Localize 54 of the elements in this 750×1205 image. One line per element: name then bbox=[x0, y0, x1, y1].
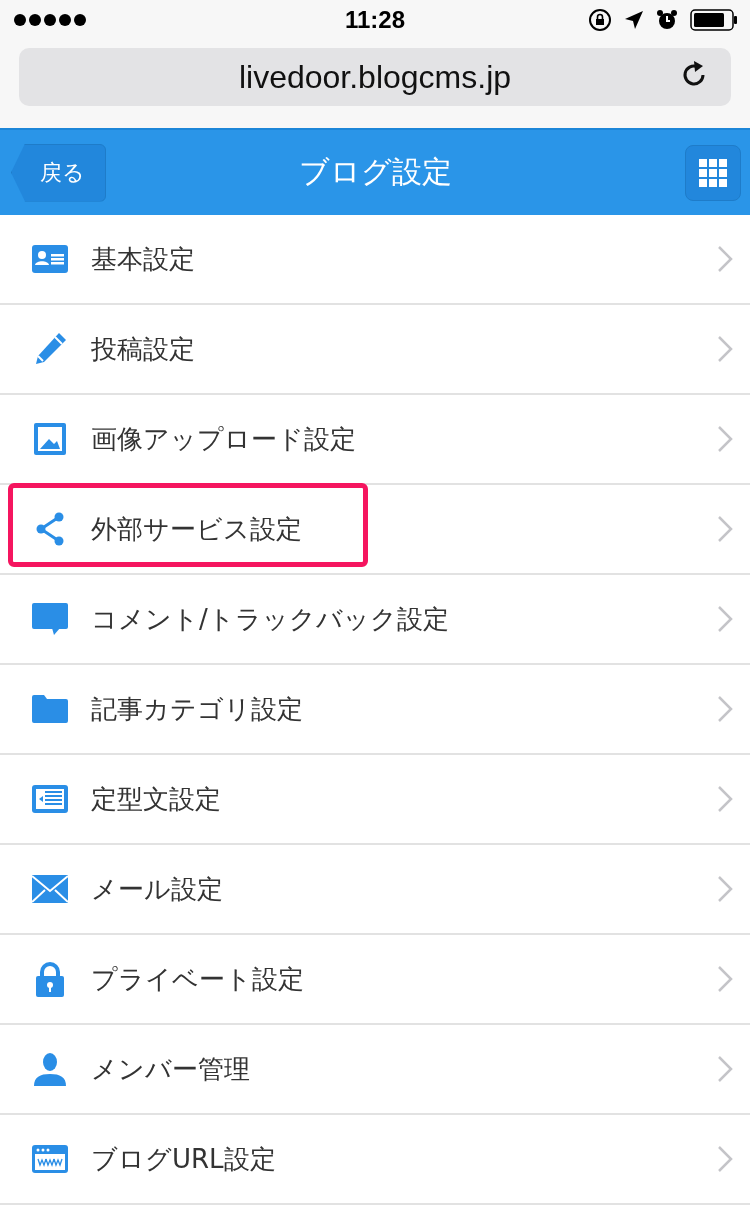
settings-item[interactable]: 定型文設定 bbox=[0, 755, 750, 845]
menu-button[interactable] bbox=[685, 144, 741, 201]
location-icon bbox=[624, 10, 644, 30]
item-label: コメント/トラックバック設定 bbox=[91, 602, 450, 636]
address-field[interactable]: livedoor.blogcms.jp bbox=[19, 48, 731, 106]
settings-item[interactable]: コメント/トラックバック設定 bbox=[0, 575, 750, 665]
browser-window-icon bbox=[32, 1145, 68, 1173]
pencil-icon bbox=[33, 332, 67, 366]
text-list-icon bbox=[32, 785, 68, 813]
chevron-right-icon bbox=[717, 605, 733, 633]
lock-icon bbox=[35, 961, 65, 997]
item-label: 定型文設定 bbox=[91, 782, 222, 816]
chevron-right-icon bbox=[717, 785, 733, 813]
item-label: 外部サービス設定 bbox=[91, 512, 303, 546]
share-icon bbox=[35, 512, 65, 546]
item-label: メンバー管理 bbox=[91, 1052, 251, 1086]
settings-item[interactable]: プライベート設定 bbox=[0, 935, 750, 1025]
item-label: 基本設定 bbox=[91, 242, 196, 276]
settings-item[interactable]: メンバー管理 bbox=[0, 1025, 750, 1115]
item-label: メール設定 bbox=[91, 872, 224, 906]
grid-icon bbox=[698, 157, 728, 188]
page-title: ブログ設定 bbox=[298, 153, 452, 191]
settings-item[interactable]: 投稿設定 bbox=[0, 305, 750, 395]
item-label: ブログURL設定 bbox=[91, 1142, 277, 1176]
item-label: 記事カテゴリ設定 bbox=[91, 692, 304, 726]
person-icon bbox=[34, 1052, 66, 1086]
chevron-right-icon bbox=[717, 965, 733, 993]
envelope-icon bbox=[32, 875, 68, 903]
alarm-icon bbox=[656, 9, 678, 31]
rotation-lock-icon bbox=[588, 8, 612, 32]
battery-icon bbox=[690, 9, 738, 31]
image-icon bbox=[34, 423, 66, 455]
settings-item[interactable]: メール設定 bbox=[0, 845, 750, 935]
settings-item[interactable]: 外部サービス設定 bbox=[0, 485, 750, 575]
clock-time: 11:28 bbox=[344, 6, 406, 34]
chevron-right-icon bbox=[717, 1055, 733, 1083]
profile-card-icon bbox=[32, 245, 68, 273]
back-button[interactable]: 戻る bbox=[11, 143, 106, 202]
chevron-right-icon bbox=[717, 515, 733, 543]
chevron-right-icon bbox=[717, 335, 733, 363]
folder-icon bbox=[32, 695, 68, 723]
speech-bubble-icon bbox=[32, 603, 68, 635]
chevron-right-icon bbox=[717, 425, 733, 453]
chevron-right-icon bbox=[717, 245, 733, 273]
settings-item[interactable]: 画像アップロード設定 bbox=[0, 395, 750, 485]
item-label: 画像アップロード設定 bbox=[91, 422, 357, 456]
settings-item[interactable]: 基本設定 bbox=[0, 215, 750, 305]
settings-item[interactable]: ブログURL設定 bbox=[0, 1115, 750, 1205]
settings-item[interactable]: 記事カテゴリ設定 bbox=[0, 665, 750, 755]
item-label: プライベート設定 bbox=[91, 962, 305, 996]
item-label: 投稿設定 bbox=[91, 332, 196, 366]
chevron-right-icon bbox=[717, 1145, 733, 1173]
chevron-right-icon bbox=[717, 875, 733, 903]
chevron-right-icon bbox=[717, 695, 733, 723]
